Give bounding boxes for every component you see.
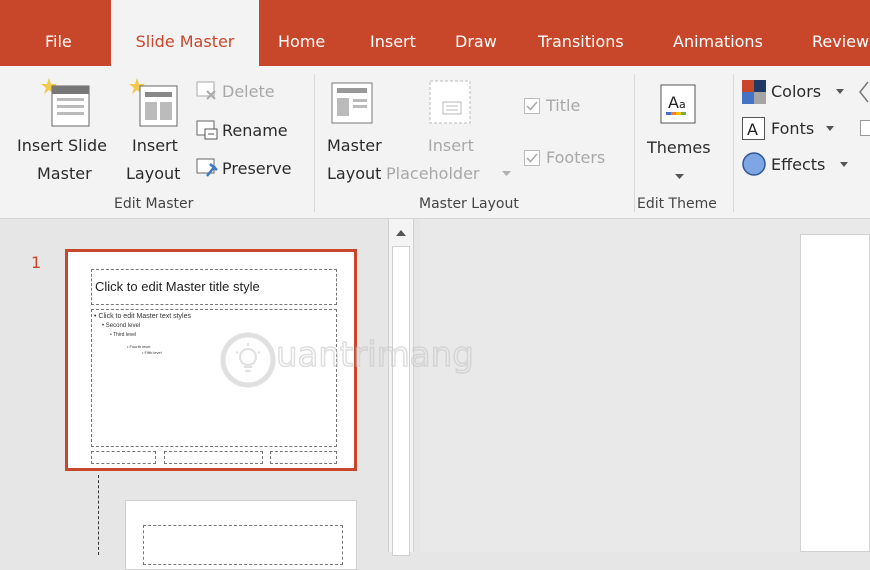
layout-connector-line (98, 475, 99, 555)
body-level-5: • Fifth level (142, 350, 162, 355)
fonts-label: Fonts (771, 117, 814, 140)
insert-placeholder-dropdown-icon (502, 171, 511, 177)
watermark-text: uantrimang (276, 335, 474, 375)
master-layout-label-1: Master (327, 134, 382, 157)
delete-icon (196, 81, 218, 101)
chevron-down-icon (675, 174, 684, 180)
themes-icon: A a (660, 84, 696, 124)
footers-checkbox-label: Footers (546, 146, 605, 169)
lightbulb-logo-icon (218, 330, 278, 390)
preserve-icon (196, 158, 218, 178)
ribbon: Insert Slide Master Insert Layout Delete… (0, 66, 870, 219)
insert-slide-master-icon (38, 78, 96, 128)
slide-canvas[interactable] (800, 234, 870, 552)
edit-theme-group-label: Edit Theme (637, 196, 717, 212)
tab-transitions[interactable]: Transitions (538, 0, 624, 66)
tab-slide-master[interactable]: Slide Master (111, 0, 259, 66)
insert-layout-label-1: Insert (132, 134, 178, 157)
title-checkbox-label: Title (546, 94, 580, 117)
body-level-4: • Fourth level (127, 344, 150, 349)
insert-placeholder-label-2: Placeholder (386, 162, 480, 185)
group-separator (733, 74, 734, 212)
hide-background-checkbox-icon[interactable] (860, 120, 870, 140)
footer-placeholder-number (270, 451, 337, 464)
themes-label: Themes (647, 136, 711, 159)
checkbox-checked-icon (524, 98, 540, 114)
chevron-down-icon (826, 126, 834, 131)
insert-slide-master-label-1: Insert Slide (17, 134, 107, 157)
body-level-1: • Click to edit Master text styles (94, 313, 191, 320)
scrollbar-thumb[interactable] (392, 246, 410, 556)
insert-placeholder-label-1: Insert (428, 134, 474, 157)
tab-review[interactable]: Review (812, 0, 869, 66)
svg-text:A: A (668, 93, 679, 112)
svg-text:a: a (679, 98, 686, 111)
body-level-3: • Third level (110, 332, 136, 338)
tab-draw[interactable]: Draw (455, 0, 497, 66)
thumbnail-title-text: Click to edit Master title style (95, 279, 260, 294)
effects-label: Effects (771, 153, 825, 176)
ribbon-tab-bar: File Slide Master Home Insert Draw Trans… (0, 0, 870, 66)
checkbox-checked-icon (524, 150, 540, 166)
svg-text:A: A (747, 120, 758, 139)
slide-number: 1 (31, 251, 41, 274)
edit-master-group-label: Edit Master (114, 196, 193, 212)
group-separator (314, 74, 315, 212)
master-layout-group-label: Master Layout (419, 196, 519, 212)
insert-placeholder-icon (429, 80, 473, 126)
insert-layout-label-2: Layout (126, 162, 180, 185)
footer-placeholder-date (91, 451, 156, 464)
slide-thumbnail-layout[interactable] (125, 500, 357, 570)
fonts-icon: A (742, 117, 766, 141)
title-placeholder: Click to edit Master title style (91, 269, 337, 305)
colors-icon (742, 80, 766, 104)
effects-icon (742, 152, 767, 177)
watermark: uantrimang (218, 330, 538, 390)
tab-insert[interactable]: Insert (370, 0, 416, 66)
master-layout-icon (331, 82, 375, 126)
insert-layout-icon (126, 78, 184, 128)
delete-label: Delete (222, 80, 275, 103)
chevron-down-icon (840, 162, 848, 167)
body-level-2: • Second level (102, 323, 140, 329)
tab-home[interactable]: Home (278, 0, 325, 66)
chevron-down-icon (836, 89, 844, 94)
tab-animations[interactable]: Animations (673, 0, 763, 66)
scroll-up-arrow-icon[interactable] (396, 229, 406, 237)
background-styles-icon[interactable] (858, 80, 870, 106)
footer-placeholder-footer (164, 451, 263, 464)
tab-file[interactable]: File (45, 0, 72, 66)
rename-label: Rename (222, 119, 288, 142)
preserve-label: Preserve (222, 157, 292, 180)
insert-slide-master-label-2: Master (37, 162, 92, 185)
master-layout-label-2: Layout (327, 162, 381, 185)
colors-label: Colors (771, 80, 821, 103)
rename-icon (196, 120, 218, 140)
group-separator (634, 74, 635, 212)
title-placeholder (143, 525, 343, 565)
